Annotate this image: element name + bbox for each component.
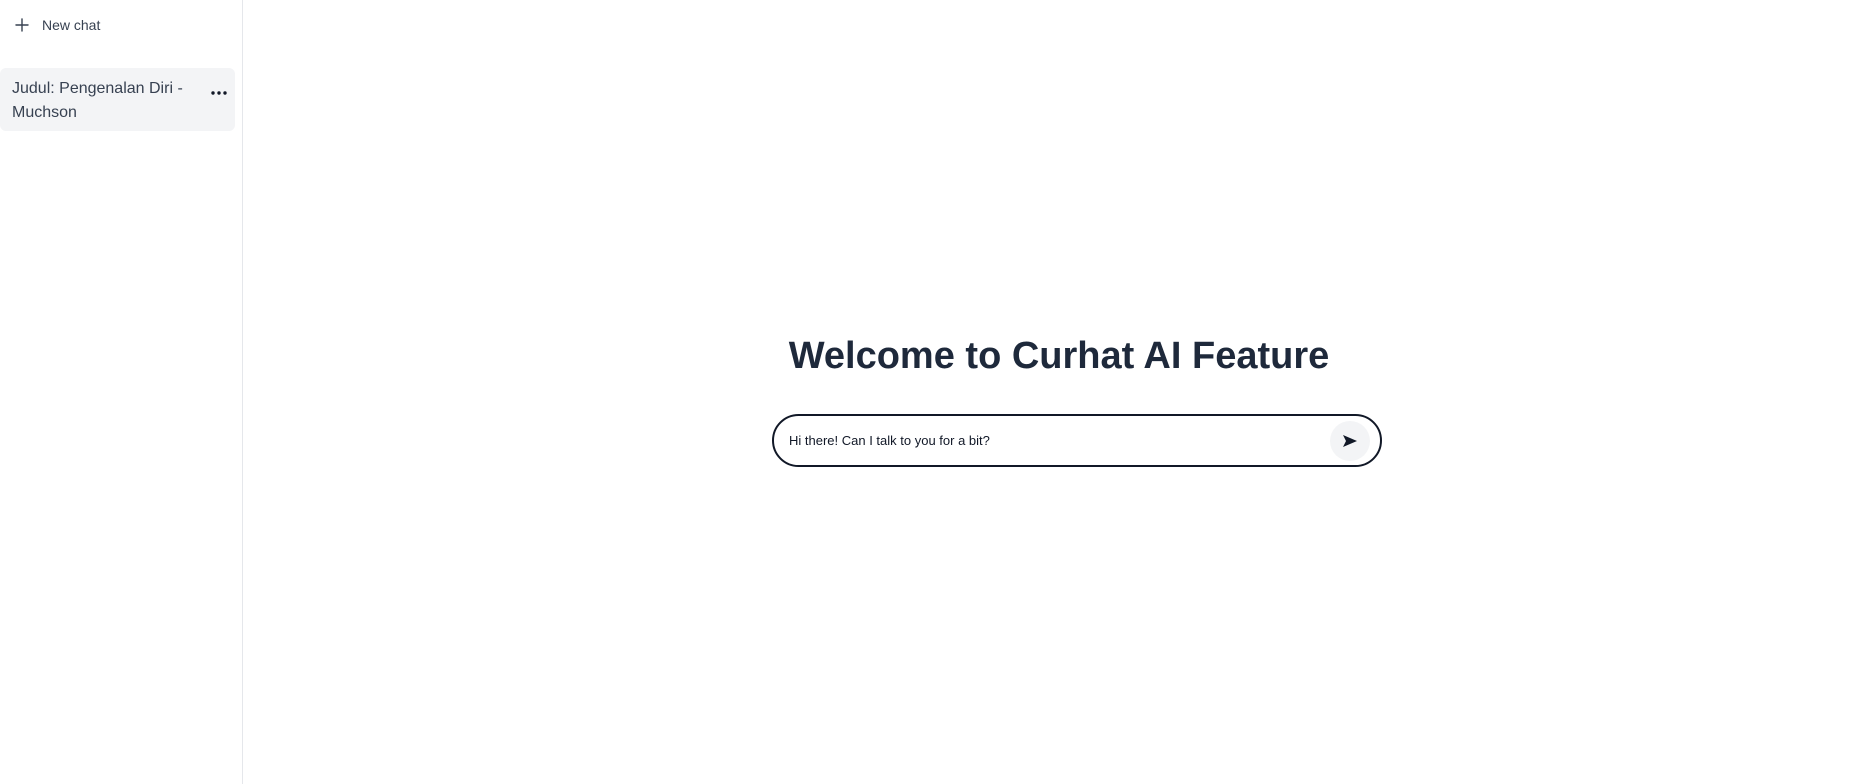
app-root: New chat Judul: Pengenalan Diri - Muchso… (0, 0, 1875, 784)
sidebar: New chat Judul: Pengenalan Diri - Muchso… (0, 0, 243, 784)
plus-icon (14, 17, 30, 33)
new-chat-button[interactable]: New chat (14, 13, 100, 37)
send-icon (1342, 434, 1358, 448)
send-button[interactable] (1330, 420, 1370, 461)
main-area: Welcome to Curhat AI Feature (243, 0, 1875, 784)
chat-history-item-title: Judul: Pengenalan Diri - Muchson (12, 80, 183, 121)
chat-input-container (772, 414, 1382, 467)
chat-history-item[interactable]: Judul: Pengenalan Diri - Muchson (0, 68, 235, 131)
chat-input[interactable] (789, 425, 1330, 456)
more-horizontal-icon[interactable] (207, 84, 231, 102)
new-chat-label: New chat (42, 17, 101, 33)
page-title: Welcome to Curhat AI Feature (788, 335, 1330, 377)
